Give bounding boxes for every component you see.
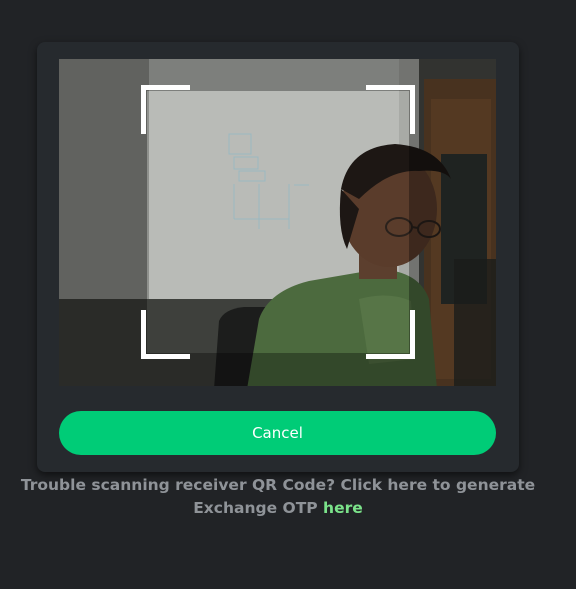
- generate-otp-link[interactable]: here: [323, 499, 363, 517]
- qr-scan-region: [141, 85, 415, 359]
- camera-preview: [59, 59, 496, 386]
- scan-help-message: Trouble scanning receiver QR Code? Click…: [20, 476, 536, 517]
- cancel-button[interactable]: Cancel: [59, 411, 496, 455]
- qr-scanner-card: Cancel: [37, 42, 519, 472]
- scan-overlay-right: [409, 91, 496, 353]
- scan-help-text: Trouble scanning receiver QR Code? Click…: [0, 474, 556, 520]
- scan-corner-bottom-right-icon: [366, 310, 415, 359]
- scan-corner-bottom-left-icon: [141, 310, 190, 359]
- scan-overlay-top: [59, 59, 496, 91]
- scan-overlay-bottom: [59, 353, 496, 386]
- scan-overlay-left: [59, 91, 147, 353]
- scan-corner-top-left-icon: [141, 85, 190, 134]
- scan-corner-top-right-icon: [366, 85, 415, 134]
